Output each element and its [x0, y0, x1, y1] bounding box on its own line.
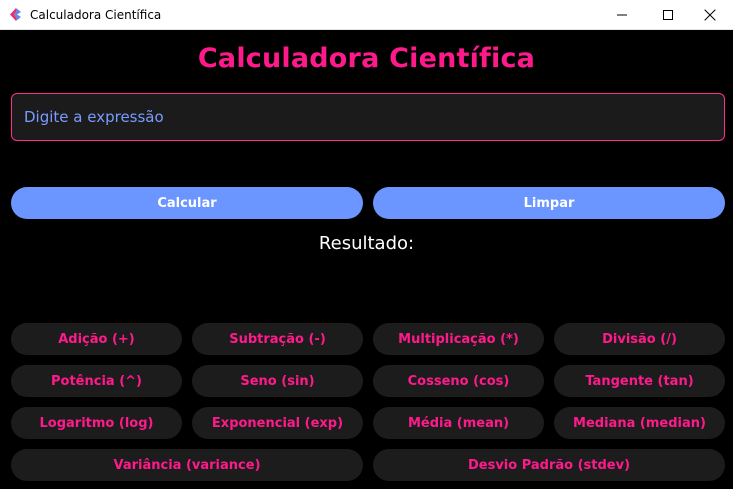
operation-button-exponential[interactable]: Exponencial (exp)	[192, 407, 363, 439]
operation-button-power[interactable]: Potência (^)	[11, 365, 182, 397]
close-icon	[704, 9, 716, 21]
title-bar: Calculadora Científica	[0, 0, 733, 30]
operation-button-division[interactable]: Divisão (/)	[554, 323, 725, 355]
operation-button-cosine[interactable]: Cosseno (cos)	[373, 365, 544, 397]
operation-button-stdev[interactable]: Desvio Padrão (stdev)	[373, 449, 725, 481]
operation-button-mean[interactable]: Média (mean)	[373, 407, 544, 439]
maximize-button[interactable]	[645, 0, 691, 30]
page-title: Calculadora Científica	[197, 43, 536, 74]
maximize-icon	[663, 10, 673, 20]
expression-input[interactable]	[11, 93, 725, 141]
calculate-button[interactable]: Calcular	[11, 187, 363, 219]
clear-button[interactable]: Limpar	[373, 187, 725, 219]
app-window: Calculadora Científica Calculadora Cient…	[0, 0, 733, 489]
result-label: Resultado:	[318, 233, 415, 254]
operation-button-sine[interactable]: Seno (sin)	[192, 365, 363, 397]
feather-app-icon	[8, 7, 22, 22]
operation-button-subtraction[interactable]: Subtração (-)	[192, 323, 363, 355]
minimize-icon	[617, 14, 627, 16]
operation-button-addition[interactable]: Adição (+)	[11, 323, 182, 355]
close-button[interactable]	[687, 0, 733, 30]
window-title: Calculadora Científica	[30, 8, 162, 22]
operation-button-variance[interactable]: Variância (variance)	[11, 449, 363, 481]
operation-button-logarithm[interactable]: Logaritmo (log)	[11, 407, 182, 439]
operation-button-median[interactable]: Mediana (median)	[554, 407, 725, 439]
operation-button-tangent[interactable]: Tangente (tan)	[554, 365, 725, 397]
minimize-button[interactable]	[599, 0, 645, 30]
operation-button-multiplication[interactable]: Multiplicação (*)	[373, 323, 544, 355]
